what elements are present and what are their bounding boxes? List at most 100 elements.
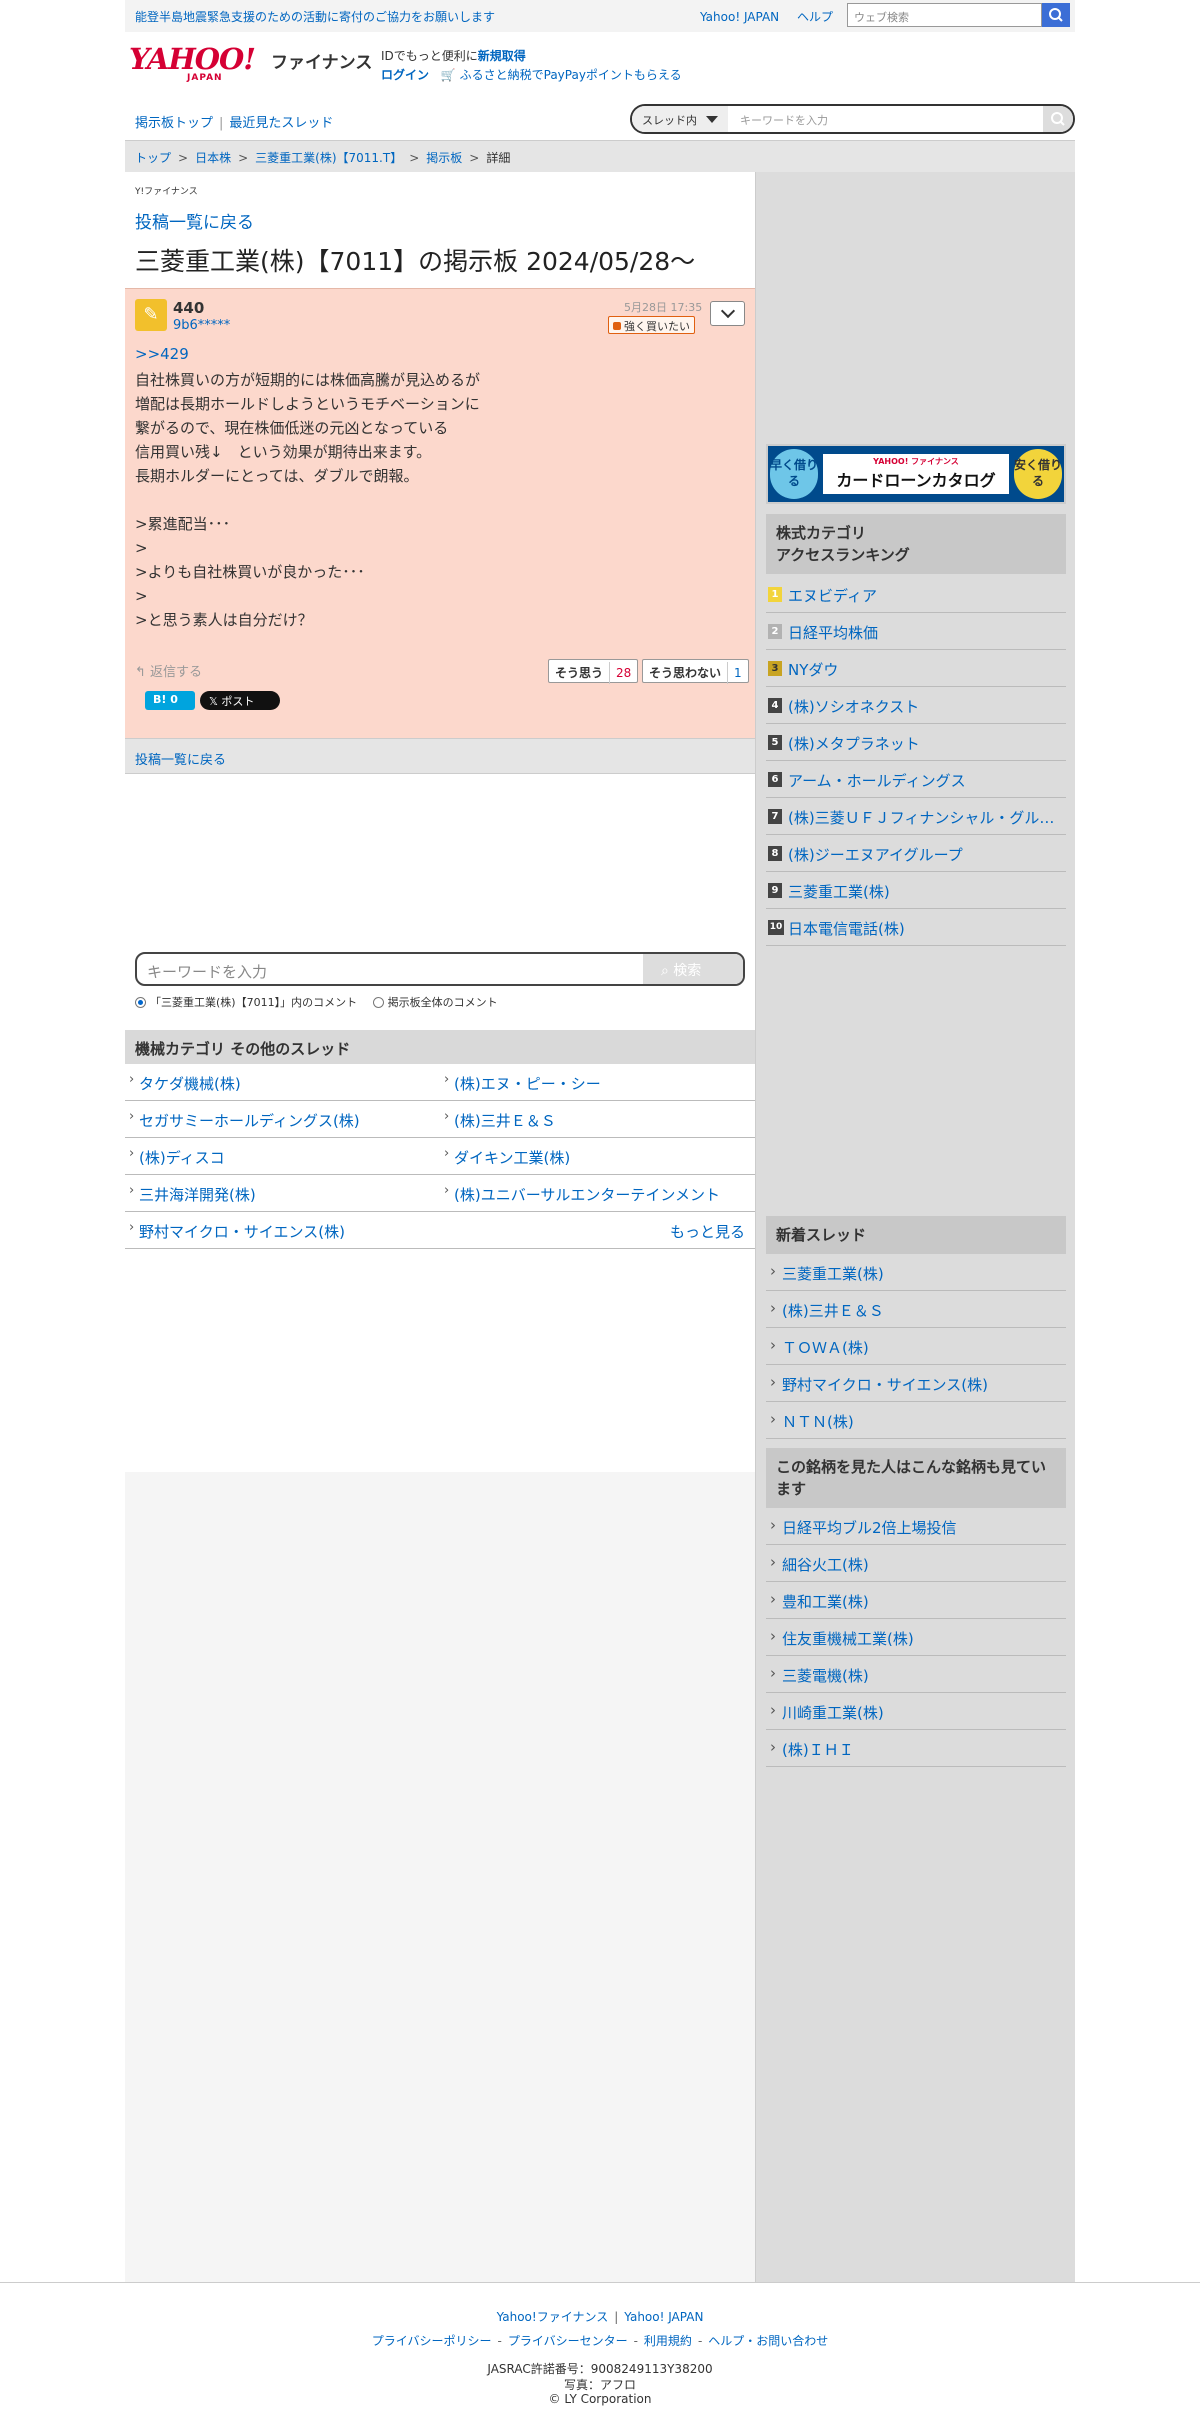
post-user-link[interactable]: 9b6***** bbox=[173, 318, 230, 333]
related-stock-link[interactable]: 川崎重工業(株) bbox=[766, 1693, 1066, 1730]
id-promo: IDでもっと便利に新規取得 bbox=[381, 49, 526, 63]
main-column: Y!ファイナンス 投稿一覧に戻る 三菱重工業(株)【7011】の掲示板 2024… bbox=[125, 172, 755, 2282]
footer-terms-link[interactable]: 利用規約 bbox=[644, 2334, 692, 2348]
back-to-list-link-bottom[interactable]: 投稿一覧に戻る bbox=[135, 753, 226, 768]
donation-notice-link[interactable]: 能登半島地震緊急支援のための活動に寄付のご協力をお願いします bbox=[135, 8, 495, 25]
new-thread-link[interactable]: ＮＴＮ(株) bbox=[766, 1402, 1066, 1439]
post-menu-button[interactable] bbox=[710, 301, 745, 326]
search-scope-radios: 「三菱重工業(株)【7011】」内のコメント 掲示板全体のコメント bbox=[135, 994, 510, 1010]
footer-privacy-center-link[interactable]: プライバシーセンター bbox=[508, 2334, 628, 2348]
search-icon bbox=[1051, 112, 1065, 126]
reply-to-link[interactable]: >>429 bbox=[135, 345, 189, 363]
chevron-down-icon bbox=[720, 303, 736, 319]
web-search-button[interactable] bbox=[1042, 3, 1070, 27]
ranking-item[interactable]: 7 (株)三菱ＵＦＪフィナンシャル・グループ bbox=[766, 798, 1066, 835]
finance-label[interactable]: ファイナンス bbox=[271, 48, 372, 73]
board-nav: 掲示板トップ | 最近見たスレッド スレッド内 キーワードを入力 bbox=[125, 102, 1075, 138]
hatena-bookmark-button[interactable]: B! 0 bbox=[145, 691, 195, 710]
card-loan-banner[interactable]: 早く借りる YAHOO! ファイナンス カードローンカタログ 安く借りる bbox=[766, 444, 1066, 504]
related-stock-link[interactable]: 住友重機械工業(株) bbox=[766, 1619, 1066, 1656]
back-bar: 投稿一覧に戻る bbox=[125, 738, 755, 774]
ranking-item[interactable]: 8 (株)ジーエヌアイグループ bbox=[766, 835, 1066, 872]
post-number: 440 bbox=[173, 299, 205, 317]
copyright: © LY Corporation bbox=[548, 2392, 652, 2406]
ranking-item[interactable]: 4 (株)ソシオネクスト bbox=[766, 687, 1066, 724]
new-thread-link[interactable]: 三菱重工業(株) bbox=[766, 1254, 1066, 1291]
related-stock-link[interactable]: 日経平均ブル2倍上場投信 bbox=[766, 1508, 1066, 1545]
footer: Yahoo!ファイナンス | Yahoo! JAPAN プライバシーポリシー - プライ… bbox=[0, 2282, 1200, 2427]
more-link[interactable]: もっと見る bbox=[670, 1221, 745, 1242]
other-thread-link[interactable]: 三井海洋開発(株) bbox=[125, 1175, 440, 1212]
other-thread-link[interactable]: (株)ユニバーサルエンターテインメント bbox=[440, 1175, 755, 1212]
new-thread-link[interactable]: ＴＯＷＡ(株) bbox=[766, 1328, 1066, 1365]
post-card: ✎ 440 9b6***** 5月28日 17:35 強く買いたい >>429 … bbox=[125, 288, 755, 738]
furusato-promo-link[interactable]: ふるさと納税でPayPayポイントもらえる bbox=[460, 68, 682, 82]
other-thread-link[interactable]: セガサミーホールディングス(株) bbox=[125, 1101, 440, 1138]
footer-yahoo-link[interactable]: Yahoo! JAPAN bbox=[624, 2310, 703, 2324]
radio-all-boards[interactable]: 掲示板全体のコメント bbox=[372, 994, 498, 1010]
breadcrumb-stock[interactable]: 三菱重工業(株)【7011.T】 bbox=[255, 151, 402, 165]
comment-search-box: キーワードを入力 ⌕ 検索 bbox=[135, 952, 745, 986]
help-link[interactable]: ヘルプ bbox=[797, 10, 833, 24]
other-thread-link[interactable]: 野村マイクロ・サイエンス(株) bbox=[139, 1223, 345, 1241]
breadcrumb-top[interactable]: トップ bbox=[135, 151, 171, 165]
related-stock-link[interactable]: (株)ＩＨＩ bbox=[766, 1730, 1066, 1767]
comment-search-input[interactable]: キーワードを入力 bbox=[147, 961, 267, 982]
ranking-item[interactable]: 3 NYダウ bbox=[766, 650, 1066, 687]
avatar[interactable]: ✎ bbox=[135, 299, 167, 331]
sentiment-icon bbox=[613, 322, 621, 330]
chevron-down-icon bbox=[706, 116, 718, 123]
finance-mini-logo: Y!ファイナンス bbox=[135, 187, 198, 197]
sentiment-badge: 強く買いたい bbox=[608, 316, 695, 334]
radio-this-board[interactable]: 「三菱重工業(株)【7011】」内のコメント bbox=[135, 994, 357, 1010]
other-thread-link[interactable]: ダイキン工業(株) bbox=[440, 1138, 755, 1175]
jasrac-text: JASRAC許諾番号：9008249113Y38200 bbox=[487, 2362, 713, 2376]
other-thread-link[interactable]: (株)ディスコ bbox=[125, 1138, 440, 1175]
new-thread-link[interactable]: 野村マイクロ・サイエンス(株) bbox=[766, 1365, 1066, 1402]
related-stock-link[interactable]: 豊和工業(株) bbox=[766, 1582, 1066, 1619]
breadcrumb-japan-stocks[interactable]: 日本株 bbox=[195, 151, 231, 165]
new-threads-heading: 新着スレッド bbox=[766, 1216, 1066, 1254]
footer-privacy-link[interactable]: プライバシーポリシー bbox=[372, 2334, 492, 2348]
yahoo-japan-link[interactable]: Yahoo! JAPAN bbox=[700, 10, 779, 24]
board-top-link[interactable]: 掲示板トップ bbox=[135, 116, 213, 131]
ranking-item[interactable]: 10 日本電信電話(株) bbox=[766, 909, 1066, 946]
login-link[interactable]: ログイン bbox=[381, 68, 429, 82]
search-icon: ⌕ bbox=[661, 963, 669, 979]
other-thread-link: 野村マイクロ・サイエンス(株) もっと見る bbox=[125, 1212, 755, 1249]
x-post-button[interactable]: 𝕏 ポスト bbox=[200, 691, 280, 710]
back-to-list-link[interactable]: 投稿一覧に戻る bbox=[135, 208, 254, 233]
footer-help-link[interactable]: ヘルプ・お問い合わせ bbox=[708, 2334, 828, 2348]
thread-search-box: スレッド内 キーワードを入力 bbox=[630, 104, 1075, 134]
thread-search-input[interactable]: キーワードを入力 bbox=[740, 112, 828, 128]
disagree-count: 1 bbox=[727, 662, 748, 684]
search-scope-select[interactable]: スレッド内 bbox=[632, 106, 728, 132]
site-header: YAHOO! JAPAN ファイナンス IDでもっと便利に新規取得 ログイン 🛒… bbox=[125, 32, 1075, 102]
breadcrumb-board[interactable]: 掲示板 bbox=[426, 151, 462, 165]
web-search-input[interactable]: ウェブ検索 bbox=[847, 3, 1042, 27]
other-thread-link[interactable]: (株)エヌ・ピー・シー bbox=[440, 1064, 755, 1101]
other-thread-link[interactable]: (株)三井Ｅ＆Ｓ bbox=[440, 1101, 755, 1138]
recent-threads-link[interactable]: 最近見たスレッド bbox=[229, 116, 333, 131]
thread-search-button[interactable] bbox=[1043, 106, 1073, 132]
footer-finance-link[interactable]: Yahoo!ファイナンス bbox=[497, 2310, 609, 2324]
photo-credit: 写真：アフロ bbox=[563, 2378, 636, 2392]
new-thread-link[interactable]: (株)三井Ｅ＆Ｓ bbox=[766, 1291, 1066, 1328]
related-stock-link[interactable]: 細谷火工(株) bbox=[766, 1545, 1066, 1582]
reply-button[interactable]: ↰ 返信する bbox=[135, 661, 202, 680]
agree-button[interactable]: そう思う 28 bbox=[548, 659, 639, 684]
related-stock-link[interactable]: 三菱電機(株) bbox=[766, 1656, 1066, 1693]
yahoo-logo[interactable]: YAHOO! JAPAN bbox=[129, 44, 259, 84]
ranking-item[interactable]: 6 アーム・ホールディングス bbox=[766, 761, 1066, 798]
ranking-item[interactable]: 1 エヌビディア bbox=[766, 576, 1066, 613]
signup-link[interactable]: 新規取得 bbox=[478, 49, 526, 63]
comment-search-button[interactable]: ⌕ 検索 bbox=[643, 954, 743, 984]
top-links: Yahoo! JAPAN ヘルプ bbox=[700, 8, 847, 25]
ranking-item[interactable]: 2 日経平均株価 bbox=[766, 613, 1066, 650]
ranking-heading: 株式カテゴリ アクセスランキング bbox=[766, 514, 1066, 574]
disagree-button[interactable]: そう思わない 1 bbox=[642, 659, 749, 684]
reply-icon: ↰ bbox=[135, 665, 146, 680]
other-thread-link[interactable]: タケダ機械(株) bbox=[125, 1064, 440, 1101]
ranking-item[interactable]: 5 (株)メタプラネット bbox=[766, 724, 1066, 761]
ranking-item[interactable]: 9 三菱重工業(株) bbox=[766, 872, 1066, 909]
